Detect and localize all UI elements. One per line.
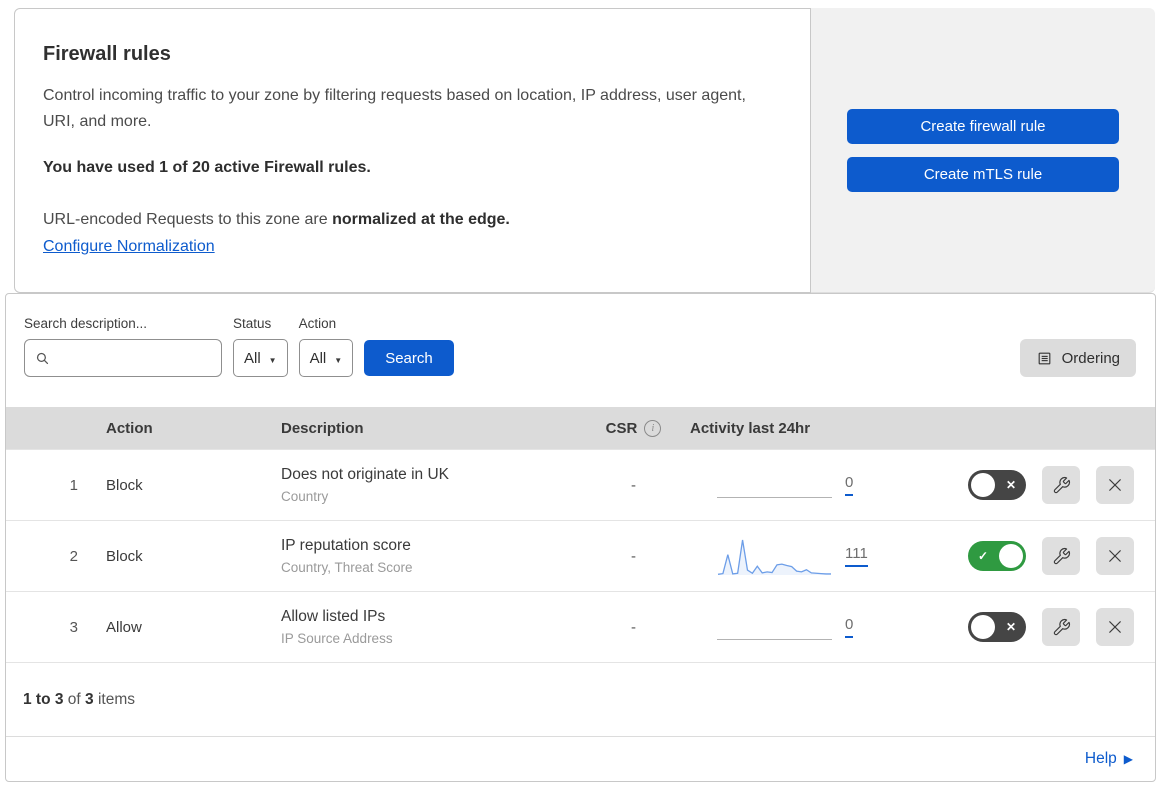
rule-priority: 1 — [69, 476, 78, 494]
edit-rule-button[interactable] — [1042, 608, 1080, 646]
rule-csr-value: - — [631, 618, 636, 636]
rule-fields: Country, Threat Score — [281, 560, 413, 575]
page-title: Firewall rules — [43, 43, 171, 65]
delete-rule-button[interactable] — [1096, 608, 1134, 646]
toggle-knob — [971, 473, 995, 497]
configure-normalization-link[interactable]: Configure Normalization — [43, 238, 215, 255]
search-button[interactable]: Search — [364, 340, 454, 376]
rule-fields: Country — [281, 489, 329, 504]
ordering-button[interactable]: Ordering — [1019, 339, 1136, 377]
wrench-icon — [1052, 476, 1071, 495]
rule-action: Block — [106, 547, 143, 565]
usage-summary: You have used 1 of 20 active Firewall ru… — [43, 159, 371, 176]
rule-description-cell: IP reputation score Country, Threat Scor… — [281, 537, 581, 575]
search-input-box[interactable] — [24, 339, 222, 377]
info-icon[interactable]: i — [644, 419, 662, 437]
search-label: Search description... — [24, 316, 148, 331]
rule-enabled-toggle[interactable] — [968, 541, 1026, 571]
status-label: Status — [233, 316, 272, 331]
delete-rule-button[interactable] — [1096, 537, 1134, 575]
header-action: Action — [106, 419, 153, 437]
activity-count-link[interactable]: 0 — [845, 616, 854, 638]
edit-rule-button[interactable] — [1042, 466, 1080, 504]
search-input[interactable] — [51, 349, 212, 367]
normalization-note: URL-encoded Requests to this zone are no… — [43, 211, 510, 255]
status-dropdown[interactable]: All — [233, 339, 288, 377]
rule-description-cell: Does not originate in UK Country — [281, 466, 581, 504]
rule-enabled-toggle[interactable] — [968, 470, 1026, 500]
rule-controls — [956, 537, 1155, 575]
items-count: 1 to 3 of 3 items — [6, 662, 1155, 736]
rule-controls — [956, 466, 1155, 504]
search-icon — [34, 350, 51, 367]
table-header: Action Description CSR i Activity last 24… — [6, 407, 1155, 449]
rule-csr-value: - — [631, 547, 636, 565]
intro-card: Firewall rules Control incoming traffic … — [14, 8, 811, 293]
action-label: Action — [298, 316, 337, 331]
edit-rule-button[interactable] — [1042, 537, 1080, 575]
rule-activity-cell: 0 — [686, 605, 956, 649]
rule-description: Allow listed IPs — [281, 608, 386, 625]
rules-card: Search description... Status All Action … — [5, 293, 1156, 782]
rule-fields: IP Source Address — [281, 631, 393, 646]
close-icon — [1106, 547, 1124, 565]
help-row: Help — [6, 736, 1155, 781]
rule-activity-cell: 111 — [686, 534, 956, 578]
table-row: 1 Block Does not originate in UK Country… — [6, 449, 1155, 520]
rules-table-body: 1 Block Does not originate in UK Country… — [6, 449, 1155, 662]
activity-count-link[interactable]: 0 — [845, 474, 854, 496]
close-icon — [1106, 618, 1124, 636]
toggle-knob — [999, 544, 1023, 568]
rule-csr-value: - — [631, 476, 636, 494]
help-link[interactable]: Help — [1085, 750, 1133, 768]
action-dropdown[interactable]: All — [298, 339, 354, 377]
rule-priority: 2 — [69, 547, 78, 565]
check-icon — [978, 549, 988, 563]
ordering-list-icon — [1036, 350, 1053, 367]
rule-action: Block — [106, 476, 143, 494]
header-activity: Activity last 24hr — [690, 419, 811, 437]
toggle-knob — [971, 615, 995, 639]
activity-count-link[interactable]: 111 — [845, 545, 868, 567]
chevron-down-icon — [334, 350, 342, 367]
rule-enabled-toggle[interactable] — [968, 612, 1026, 642]
close-icon — [1106, 476, 1124, 494]
rule-description: IP reputation score — [281, 537, 411, 554]
create-mtls-rule-button[interactable]: Create mTLS rule — [847, 156, 1119, 192]
arrow-right-icon — [1124, 750, 1133, 768]
intro-description: Control incoming traffic to your zone by… — [43, 87, 746, 130]
action-filter-group: Action All — [298, 316, 354, 377]
rule-activity-cell: 0 — [686, 463, 956, 507]
wrench-icon — [1052, 547, 1071, 566]
header-description: Description — [281, 419, 364, 437]
header-csr: CSR i — [581, 419, 686, 437]
filter-bar: Search description... Status All Action … — [6, 294, 1155, 407]
table-row: 3 Allow Allow listed IPs IP Source Addre… — [6, 591, 1155, 662]
status-filter-group: Status All — [233, 316, 288, 377]
activity-sparkline — [717, 605, 832, 649]
wrench-icon — [1052, 618, 1071, 637]
rule-description-cell: Allow listed IPs IP Source Address — [281, 608, 581, 646]
x-icon — [1006, 620, 1016, 634]
activity-sparkline — [717, 463, 832, 507]
create-firewall-rule-button[interactable]: Create firewall rule — [847, 108, 1119, 144]
table-row: 2 Block IP reputation score Country, Thr… — [6, 520, 1155, 591]
rule-priority: 3 — [69, 618, 78, 636]
search-group: Search description... — [24, 316, 222, 377]
delete-rule-button[interactable] — [1096, 466, 1134, 504]
rule-action: Allow — [106, 618, 142, 636]
rule-description: Does not originate in UK — [281, 466, 450, 483]
rule-controls — [956, 608, 1155, 646]
activity-sparkline — [717, 534, 832, 578]
top-section: Firewall rules Control incoming traffic … — [14, 8, 1155, 293]
cta-panel: Create firewall rule Create mTLS rule — [811, 8, 1155, 293]
x-icon — [1006, 478, 1016, 492]
chevron-down-icon — [269, 350, 277, 367]
